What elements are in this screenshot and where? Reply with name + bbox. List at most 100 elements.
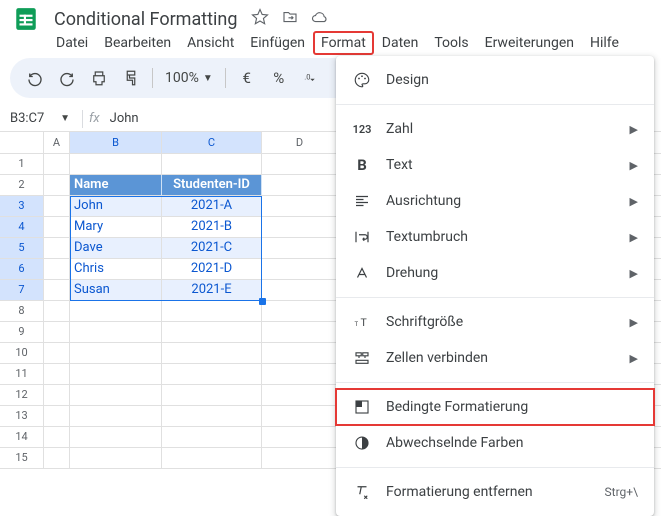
format-number[interactable]: 123 Zahl▶ (336, 111, 654, 147)
cloud-icon[interactable] (311, 8, 329, 30)
format-conditional[interactable]: Bedingte Formatierung (336, 389, 654, 425)
cell[interactable] (70, 385, 162, 405)
row-header[interactable]: 15 (0, 448, 44, 468)
cell[interactable]: 2021-E (162, 280, 262, 300)
cell[interactable]: John (70, 196, 162, 216)
format-fontsize[interactable]: TT Schriftgröße▶ (336, 304, 654, 340)
paint-format-button[interactable] (116, 64, 146, 92)
row-header[interactable]: 1 (0, 154, 44, 174)
cell[interactable] (262, 196, 338, 216)
cell[interactable] (44, 238, 70, 258)
cell[interactable]: 2021-C (162, 238, 262, 258)
row-header[interactable]: 9 (0, 322, 44, 342)
cell[interactable] (70, 427, 162, 447)
menu-view[interactable]: Ansicht (179, 31, 242, 55)
menu-help[interactable]: Hilfe (582, 31, 627, 55)
cell[interactable] (262, 322, 338, 342)
cell[interactable] (162, 406, 262, 426)
cell[interactable] (44, 343, 70, 363)
cell[interactable] (262, 154, 338, 174)
cell[interactable] (44, 196, 70, 216)
cell[interactable]: Name (70, 175, 162, 195)
format-merge[interactable]: Zellen verbinden▶ (336, 340, 654, 376)
format-alternating[interactable]: Abwechselnde Farben (336, 425, 654, 461)
row-header[interactable]: 3 (0, 196, 44, 216)
cell[interactable] (70, 343, 162, 363)
cell[interactable] (44, 217, 70, 237)
cell[interactable]: 2021-A (162, 196, 262, 216)
col-header-a[interactable]: A (44, 132, 70, 153)
row-header[interactable]: 10 (0, 343, 44, 363)
row-header[interactable]: 8 (0, 301, 44, 321)
cell[interactable] (162, 448, 262, 468)
row-header[interactable]: 11 (0, 364, 44, 384)
menu-data[interactable]: Daten (374, 31, 427, 55)
cell[interactable] (44, 364, 70, 384)
cell[interactable] (262, 406, 338, 426)
cell[interactable] (70, 322, 162, 342)
menu-format[interactable]: Format (313, 31, 374, 55)
format-wrapping[interactable]: Textumbruch▶ (336, 219, 654, 255)
cell[interactable] (44, 280, 70, 300)
cell[interactable] (44, 427, 70, 447)
cell[interactable] (262, 385, 338, 405)
row-header[interactable]: 2 (0, 175, 44, 195)
cell[interactable]: 2021-B (162, 217, 262, 237)
cell[interactable]: Dave (70, 238, 162, 258)
percent-button[interactable]: % (264, 64, 294, 92)
cell[interactable] (70, 406, 162, 426)
row-header[interactable]: 7 (0, 280, 44, 300)
undo-button[interactable] (20, 64, 50, 92)
cell[interactable] (262, 343, 338, 363)
row-header[interactable]: 4 (0, 217, 44, 237)
menu-edit[interactable]: Bearbeiten (96, 31, 179, 55)
cell[interactable]: Susan (70, 280, 162, 300)
format-text[interactable]: B Text▶ (336, 147, 654, 183)
menu-extensions[interactable]: Erweiterungen (477, 31, 582, 55)
format-alignment[interactable]: Ausrichtung▶ (336, 183, 654, 219)
cell[interactable] (262, 448, 338, 468)
cell[interactable] (262, 364, 338, 384)
row-header[interactable]: 6 (0, 259, 44, 279)
row-header[interactable]: 12 (0, 385, 44, 405)
cell[interactable] (262, 217, 338, 237)
cell[interactable] (70, 154, 162, 174)
col-header-d[interactable]: D (262, 132, 338, 153)
cell[interactable] (162, 385, 262, 405)
cell[interactable] (162, 301, 262, 321)
cell[interactable] (70, 364, 162, 384)
cell[interactable] (44, 448, 70, 468)
format-clear[interactable]: Formatierung entfernen Strg+\ (336, 474, 654, 510)
cell[interactable] (162, 364, 262, 384)
col-header-c[interactable]: C (162, 132, 262, 153)
format-rotation[interactable]: Drehung▶ (336, 255, 654, 291)
cell[interactable] (262, 238, 338, 258)
redo-button[interactable] (52, 64, 82, 92)
sheets-logo[interactable] (10, 3, 42, 35)
cell[interactable] (44, 406, 70, 426)
col-header-b[interactable]: B (70, 132, 162, 153)
move-icon[interactable] (281, 8, 299, 30)
format-design[interactable]: Design (336, 62, 654, 98)
star-icon[interactable] (251, 8, 269, 30)
cell[interactable] (44, 154, 70, 174)
cell[interactable] (262, 301, 338, 321)
decrease-decimal-button[interactable]: .0 (296, 64, 326, 92)
cell[interactable] (262, 259, 338, 279)
select-all-corner[interactable] (0, 132, 44, 153)
document-title[interactable]: Conditional Formatting (48, 8, 243, 31)
selection-handle[interactable] (259, 298, 266, 305)
menu-insert[interactable]: Einfügen (242, 31, 313, 55)
row-header[interactable]: 14 (0, 427, 44, 447)
row-header[interactable]: 5 (0, 238, 44, 258)
menu-file[interactable]: Datei (48, 31, 96, 55)
cell[interactable] (44, 385, 70, 405)
name-box[interactable]: B3:C7▼ (4, 111, 76, 126)
cell[interactable] (44, 175, 70, 195)
cell[interactable] (70, 448, 162, 468)
cell[interactable] (162, 343, 262, 363)
cell[interactable] (44, 322, 70, 342)
cell[interactable] (70, 301, 162, 321)
cell[interactable]: 2021-D (162, 259, 262, 279)
currency-button[interactable]: € (232, 64, 262, 92)
